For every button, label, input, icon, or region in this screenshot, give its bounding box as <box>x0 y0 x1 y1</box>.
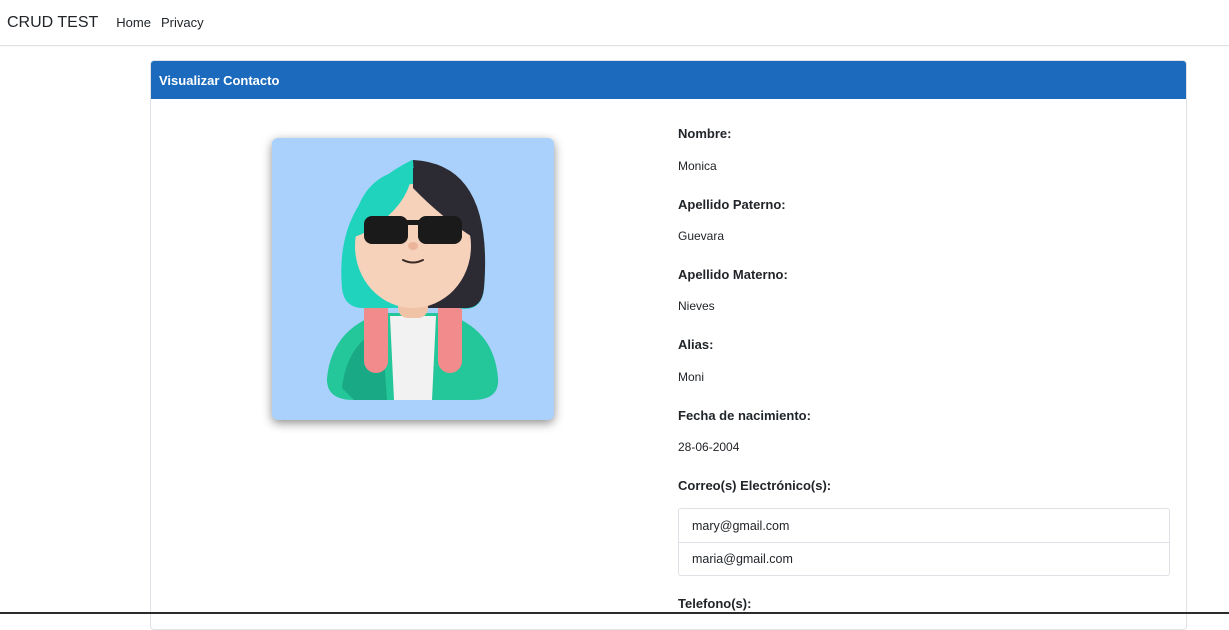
email-list-item: mary@gmail.com <box>692 518 790 533</box>
nav-link-home[interactable]: Home <box>116 15 151 30</box>
card-title: Visualizar Contacto <box>159 72 280 88</box>
navbar: CRUD TEST Home Privacy <box>0 0 1229 46</box>
nav-link-privacy[interactable]: Privacy <box>161 15 204 30</box>
apellido-materno-label: Apellido Materno: <box>678 267 788 282</box>
fecha-nacimiento-value: 28-06-2004 <box>678 440 740 454</box>
contact-avatar <box>272 138 554 420</box>
fecha-nacimiento-label: Fecha de nacimiento: <box>678 408 811 423</box>
card-header: Visualizar Contacto <box>151 61 1186 99</box>
apellido-materno-value: Nieves <box>678 299 715 313</box>
correos-label: Correo(s) Electrónico(s): <box>678 478 832 493</box>
avatar-illustration-icon <box>326 160 499 400</box>
email-list: mary@gmail.com maria@gmail.com <box>678 508 1170 576</box>
navbar-brand[interactable]: CRUD TEST <box>7 14 98 32</box>
nombre-value: Monica <box>678 159 717 173</box>
apellido-paterno-label: Apellido Paterno: <box>678 197 786 212</box>
alias-label: Alias: <box>678 337 714 352</box>
apellido-paterno-value: Guevara <box>678 229 725 243</box>
contact-card: Visualizar Contacto Nombre: Monica Apell… <box>150 60 1187 630</box>
nombre-label: Nombre: <box>678 126 732 141</box>
telefonos-label: Telefono(s): <box>678 596 752 611</box>
alias-value: Moni <box>678 370 705 384</box>
email-list-item: maria@gmail.com <box>679 542 1169 575</box>
